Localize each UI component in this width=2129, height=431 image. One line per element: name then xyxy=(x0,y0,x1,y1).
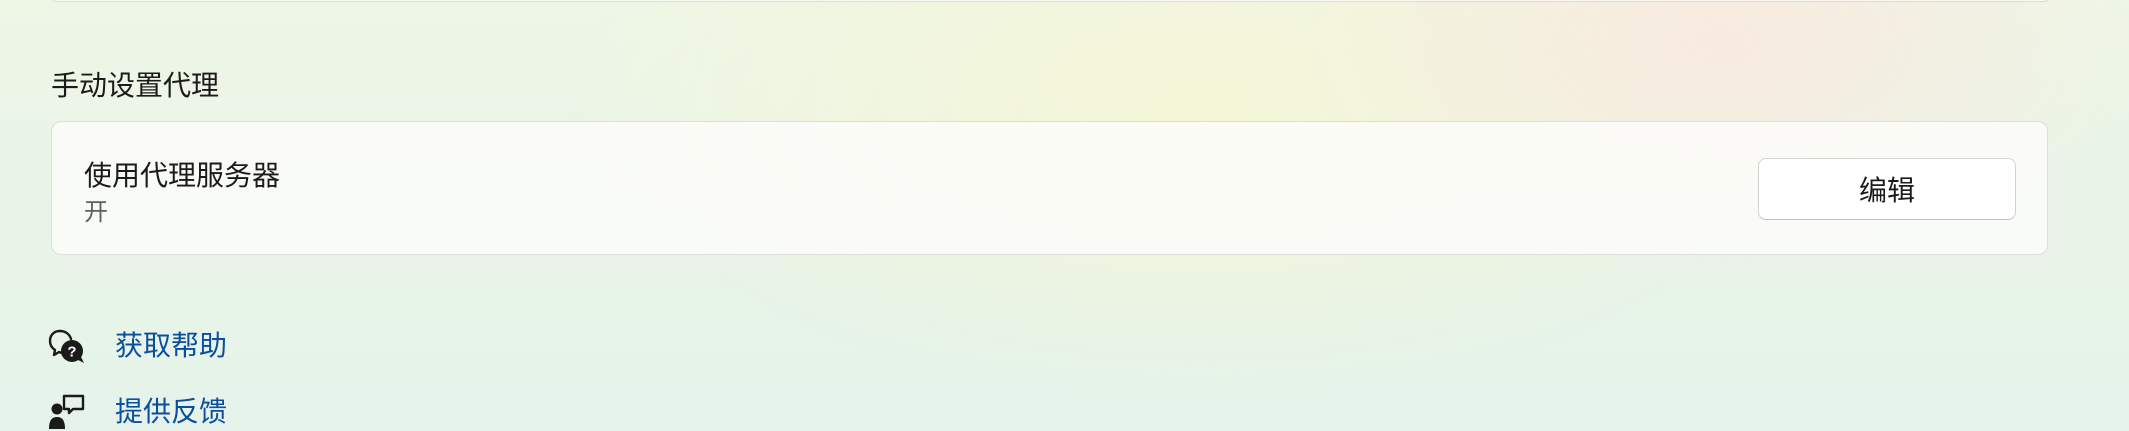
edit-proxy-button[interactable]: 编辑 xyxy=(1758,158,2016,220)
help-chat-icon: ? xyxy=(48,327,86,365)
give-feedback-link[interactable]: 提供反馈 xyxy=(115,392,227,431)
use-proxy-title: 使用代理服务器 xyxy=(84,159,281,192)
get-help-link[interactable]: 获取帮助 xyxy=(115,326,227,366)
use-proxy-card: 使用代理服务器 开 编辑 xyxy=(51,121,2048,255)
give-feedback-link-row[interactable]: 提供反馈 xyxy=(48,390,227,431)
feedback-icon xyxy=(48,393,86,431)
use-proxy-status: 开 xyxy=(84,198,108,226)
get-help-link-row[interactable]: ? 获取帮助 xyxy=(48,324,227,368)
svg-text:?: ? xyxy=(67,344,76,361)
section-title-manual-proxy: 手动设置代理 xyxy=(51,69,220,102)
previous-settings-card xyxy=(51,0,2050,2)
